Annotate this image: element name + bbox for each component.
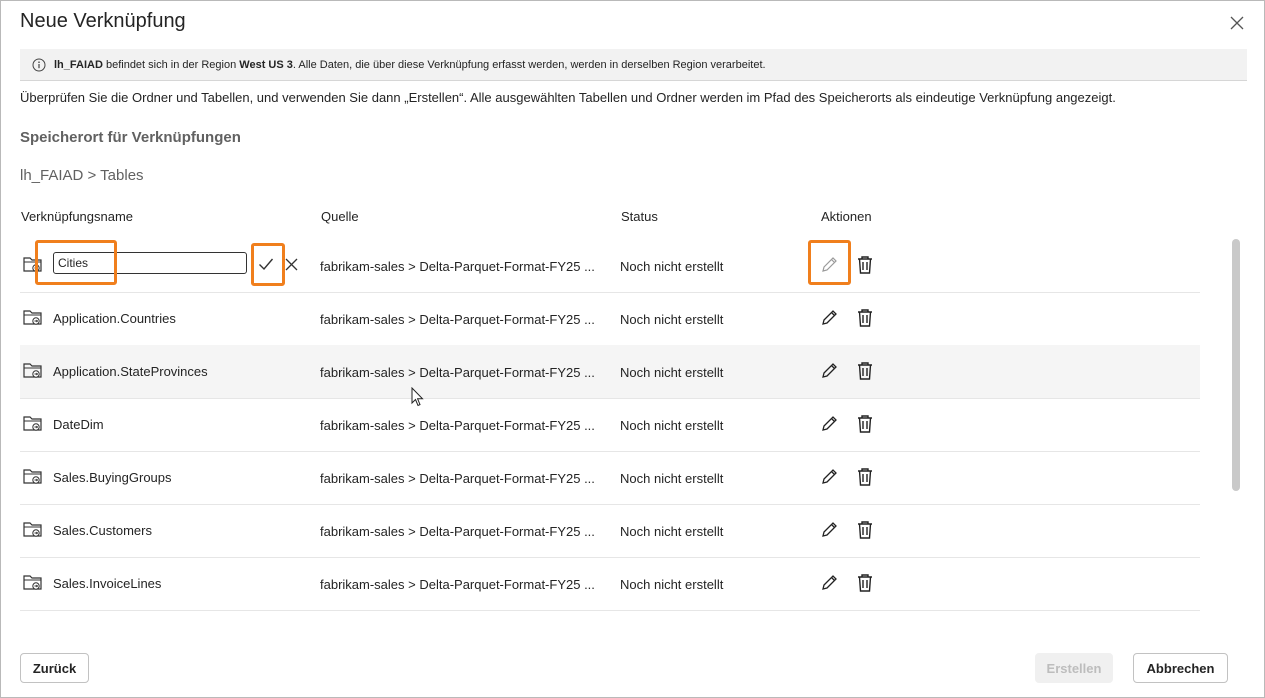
close-icon <box>285 258 298 271</box>
info-lakehouse-name: lh_FAIAD <box>54 58 103 71</box>
delete-button[interactable] <box>856 361 874 386</box>
edit-button[interactable] <box>820 362 838 385</box>
row-status: Noch nicht erstellt <box>620 312 724 327</box>
row-source: fabrikam-sales > Delta-Parquet-Format-FY… <box>320 524 595 539</box>
cancel-edit-button[interactable] <box>285 258 298 276</box>
cancel-button[interactable]: Abbrechen <box>1133 653 1228 683</box>
row-status: Noch nicht erstellt <box>620 365 724 380</box>
edit-button[interactable] <box>820 309 838 332</box>
edit-button[interactable] <box>820 574 838 597</box>
info-icon <box>32 58 46 72</box>
table-row: Sales.BuyingGroups fabrikam-sales > Delt… <box>20 451 1200 505</box>
shortcut-folder-icon <box>22 307 44 332</box>
edit-button[interactable] <box>820 468 838 491</box>
create-button[interactable]: Erstellen <box>1035 653 1113 683</box>
column-header-actions: Aktionen <box>821 209 872 224</box>
column-header-source: Quelle <box>321 209 359 224</box>
shortcut-folder-icon <box>22 466 44 491</box>
row-name: Sales.Customers <box>53 523 152 538</box>
edit-button[interactable] <box>820 521 838 544</box>
delete-button[interactable] <box>856 255 874 280</box>
table-row: Sales.InvoiceLines fabrikam-sales > Delt… <box>20 557 1200 611</box>
table-row: fabrikam-sales > Delta-Parquet-Format-FY… <box>20 239 1200 293</box>
delete-button[interactable] <box>856 467 874 492</box>
pencil-icon <box>822 575 837 590</box>
row-status: Noch nicht erstellt <box>620 577 724 592</box>
shortcut-folder-icon <box>22 360 44 385</box>
delete-button[interactable] <box>856 308 874 333</box>
shortcut-folder-icon <box>22 254 44 279</box>
trash-icon <box>858 468 872 486</box>
edit-button[interactable] <box>820 256 838 279</box>
row-name: Sales.InvoiceLines <box>53 576 162 591</box>
delete-button[interactable] <box>856 520 874 545</box>
row-status: Noch nicht erstellt <box>620 259 724 274</box>
table-row: Application.StateProvinces fabrikam-sale… <box>20 345 1200 399</box>
info-text-part2: . Alle Daten, die über diese Verknüpfung… <box>292 58 766 71</box>
new-shortcut-dialog: Neue Verknüpfung lh_FAIAD befindet sich … <box>0 0 1265 698</box>
shortcut-folder-icon <box>22 572 44 597</box>
info-text-part1: befindet sich in der Region <box>102 58 240 71</box>
row-name: DateDim <box>53 417 104 432</box>
trash-icon <box>858 521 872 539</box>
checkmark-icon <box>259 258 274 271</box>
table-row: Application.Countries fabrikam-sales > D… <box>20 292 1200 346</box>
mouse-cursor-icon <box>411 386 425 412</box>
breadcrumb: lh_FAIAD > Tables <box>20 167 144 184</box>
info-region-name: West US 3 <box>239 58 293 71</box>
region-info-bar: lh_FAIAD befindet sich in der Region Wes… <box>20 49 1247 81</box>
row-source: fabrikam-sales > Delta-Parquet-Format-FY… <box>320 365 595 380</box>
trash-icon <box>858 309 872 327</box>
back-button[interactable]: Zurück <box>20 653 89 683</box>
row-source: fabrikam-sales > Delta-Parquet-Format-FY… <box>320 259 595 274</box>
pencil-icon <box>822 416 837 431</box>
shortcut-folder-icon <box>22 519 44 544</box>
pencil-icon <box>822 310 837 325</box>
confirm-edit-button[interactable] <box>258 257 274 276</box>
pencil-icon <box>822 363 837 378</box>
pencil-icon <box>822 522 837 537</box>
row-name: Application.Countries <box>53 311 176 326</box>
pencil-icon <box>822 257 837 272</box>
table-row: DateDim fabrikam-sales > Delta-Parquet-F… <box>20 398 1200 452</box>
row-source: fabrikam-sales > Delta-Parquet-Format-FY… <box>320 471 595 486</box>
dialog-description: Überprüfen Sie die Ordner und Tabellen, … <box>20 90 1116 105</box>
delete-button[interactable] <box>856 414 874 439</box>
shortcut-folder-icon <box>22 413 44 438</box>
row-status: Noch nicht erstellt <box>620 418 724 433</box>
row-source: fabrikam-sales > Delta-Parquet-Format-FY… <box>320 312 595 327</box>
edit-button[interactable] <box>820 415 838 438</box>
table-scrollbar[interactable] <box>1232 239 1240 491</box>
row-status: Noch nicht erstellt <box>620 524 724 539</box>
delete-button[interactable] <box>856 573 874 598</box>
table-row: Sales.Customers fabrikam-sales > Delta-P… <box>20 504 1200 558</box>
shortcut-table: fabrikam-sales > Delta-Parquet-Format-FY… <box>20 239 1200 611</box>
trash-icon <box>858 574 872 592</box>
row-name: Sales.BuyingGroups <box>53 470 172 485</box>
pencil-icon <box>822 469 837 484</box>
row-source: fabrikam-sales > Delta-Parquet-Format-FY… <box>320 418 595 433</box>
trash-icon <box>858 415 872 433</box>
row-name: Application.StateProvinces <box>53 364 208 379</box>
trash-icon <box>858 256 872 274</box>
row-status: Noch nicht erstellt <box>620 471 724 486</box>
row-source: fabrikam-sales > Delta-Parquet-Format-FY… <box>320 577 595 592</box>
column-header-name: Verknüpfungsname <box>21 209 134 224</box>
column-header-status: Status <box>621 209 658 224</box>
close-button[interactable] <box>1227 13 1247 33</box>
dialog-title: Neue Verknüpfung <box>20 10 186 32</box>
shortcut-name-input[interactable] <box>53 252 247 274</box>
section-title: Speicherort für Verknüpfungen <box>20 129 241 146</box>
close-icon <box>1230 16 1244 30</box>
trash-icon <box>858 362 872 380</box>
